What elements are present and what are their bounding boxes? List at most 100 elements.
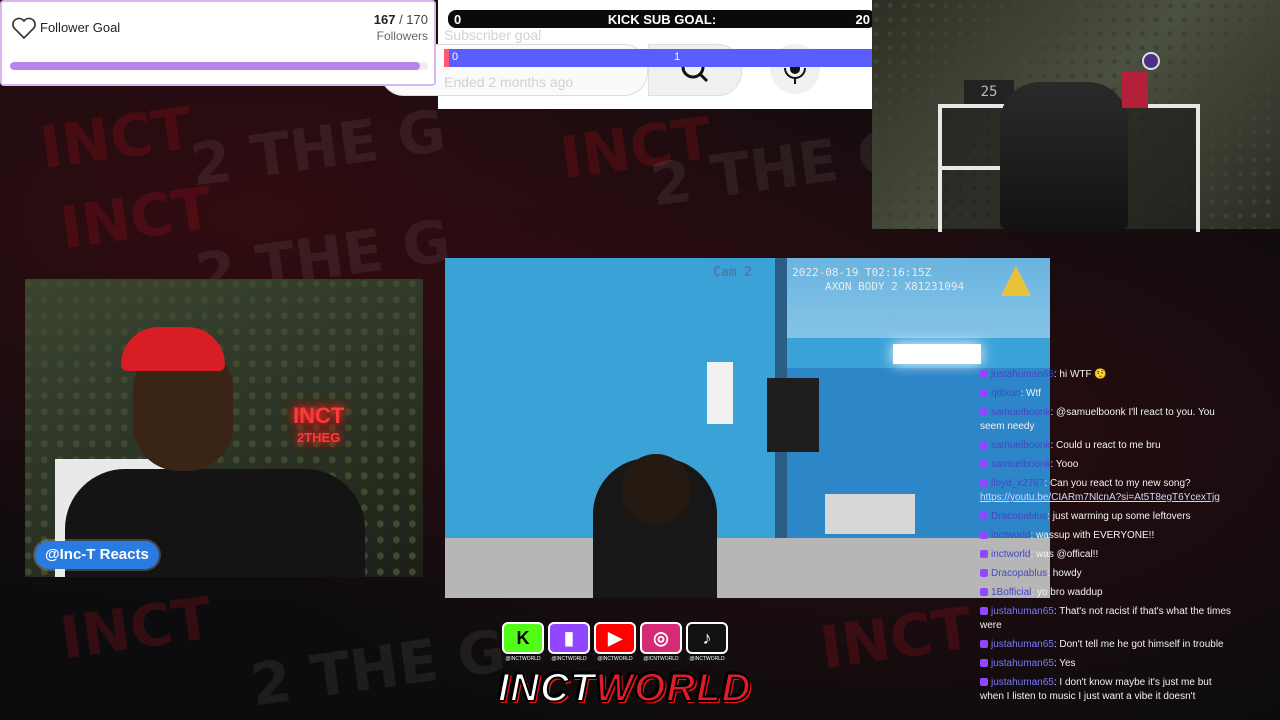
floor <box>445 538 1050 598</box>
bodycam-video[interactable]: Cam 2 2022-08-19 T02:16:15Z AXON BODY 2 X… <box>445 258 1050 598</box>
person-head <box>621 454 691 524</box>
chat-text: was @offical!! <box>1036 549 1099 560</box>
youtube-icon[interactable]: ▶ <box>594 622 636 654</box>
social-handle: @ICNTWORLD <box>640 656 682 662</box>
chat-badge-icon <box>980 607 988 616</box>
brand-logo: INCTWORLD <box>497 664 751 714</box>
follower-current: 167 <box>373 12 396 27</box>
background-logo-text: INCT <box>56 583 217 673</box>
chat-username[interactable]: inctworld <box>991 549 1030 560</box>
neon-sign-line1: INCT <box>293 403 345 428</box>
instagram-icon[interactable]: ◎ <box>640 622 682 654</box>
instagram-glyph: ◎ <box>653 627 669 648</box>
gaming-chair <box>1000 82 1128 229</box>
follower-unit: Followers <box>376 29 428 43</box>
subscriber-goal-status: Ended 2 months ago <box>444 74 574 90</box>
chat-overlay: justahuman65: hi WTF 🤨 rjdixon: Wtf samuel… <box>980 368 1236 709</box>
chat-message: 1Bofficial: yo bro waddup <box>980 586 1236 600</box>
kick-glyph: K <box>516 627 530 648</box>
wall-sign <box>707 362 733 424</box>
subscriber-goal-fill <box>444 49 449 67</box>
chat-username[interactable]: justahuman65 <box>991 677 1054 688</box>
chat-message: Dracopablus: just warming up some leftov… <box>980 510 1236 524</box>
chat-text: Yes <box>1059 658 1076 669</box>
chat-badge-icon <box>980 588 988 597</box>
reactor-webcam: INCT 2THEG @Inc-T Reacts <box>25 279 423 577</box>
cam-label: Cam 2 <box>713 265 753 280</box>
chat-badge-icon <box>980 370 988 379</box>
kick-goal-title: KICK SUB GOAL: <box>607 12 717 27</box>
chat-username[interactable]: justahuman65 <box>991 658 1054 669</box>
chat-text: hi WTF 🤨 <box>1059 369 1107 380</box>
neon-sign-line2: 2THEG <box>296 430 341 445</box>
chat-message: justahuman65: Yes <box>980 657 1236 671</box>
subscriber-goal-label: Subscriber goal <box>444 27 542 43</box>
social-handle: @INCTWORLD <box>594 656 636 662</box>
chat-username[interactable]: inctworld <box>991 530 1030 541</box>
chat-link[interactable]: https://youtu.be/CIARm7NlcnA?si=At5T8egT… <box>980 492 1220 503</box>
follower-progress-track <box>10 62 428 70</box>
chat-text: Don't tell me he got himself in trouble <box>1059 639 1224 650</box>
chat-message: lloyd_x2767: Can you react to my new son… <box>980 477 1236 505</box>
follower-progress-fill <box>10 62 421 70</box>
chat-username[interactable]: samuelboonk <box>991 407 1050 418</box>
chat-username[interactable]: justahuman65 <box>991 369 1054 380</box>
chat-badge-icon <box>980 479 988 488</box>
follower-goal-title: Follower Goal <box>40 20 121 35</box>
red-figure <box>1122 72 1148 108</box>
chat-username[interactable]: samuelboonk <box>991 459 1050 470</box>
chat-badge-icon <box>980 550 988 559</box>
chat-username[interactable]: samuelboonk <box>991 440 1050 451</box>
kick-goal-target: 20 <box>855 12 870 27</box>
chat-username[interactable]: justahuman65 <box>991 606 1054 617</box>
social-handle: @INCTWORLD <box>548 656 590 662</box>
kick-icon[interactable]: K <box>502 622 544 654</box>
heart-icon <box>12 17 36 40</box>
background-logo-text: INCT <box>36 93 197 183</box>
cam-device: AXON BODY 2 X81231094 <box>825 280 965 293</box>
social-handle: @INCTWORLD <box>686 656 728 662</box>
follower-target: 170 <box>406 12 428 27</box>
twitch-glyph: ▮ <box>564 627 574 648</box>
chat-message: Dracopablus: howdy <box>980 567 1236 581</box>
chat-badge-icon <box>980 512 988 521</box>
chat-username[interactable]: Dracopablus <box>991 511 1047 522</box>
chat-badge-icon <box>980 460 988 469</box>
ring-light <box>1142 52 1160 70</box>
follower-count: 167 / 170 <box>374 12 428 27</box>
chat-username[interactable]: rjdixon <box>991 388 1020 399</box>
cam-timestamp: 2022-08-19 T02:16:15Z <box>792 266 932 279</box>
chat-username[interactable]: justahuman65 <box>991 639 1054 650</box>
neon-sign: INCT 2THEG <box>293 405 344 449</box>
brand-part1: INCT <box>497 665 596 711</box>
chat-badge-icon <box>980 569 988 578</box>
follower-separator: / <box>395 12 407 27</box>
chat-badge-icon <box>980 659 988 668</box>
chat-text: howdy <box>1052 568 1082 579</box>
youtube-glyph: ▶ <box>608 627 622 648</box>
chat-badge-icon <box>980 441 988 450</box>
chat-text: just warming up some leftovers <box>1052 511 1191 522</box>
chat-text: Wtf <box>1026 388 1042 399</box>
chat-username[interactable]: 1Bofficial <box>991 587 1031 598</box>
twitch-icon[interactable]: ▮ <box>548 622 590 654</box>
tiktok-glyph: ♪ <box>702 627 712 648</box>
chat-username[interactable]: lloyd_x2767 <box>991 478 1044 489</box>
chat-message: samuelboonk: Could u react to me bru <box>980 439 1236 453</box>
brand-part2: WORLD <box>594 665 752 711</box>
chat-badge-icon <box>980 531 988 540</box>
reactor-handle-badge: @Inc-T Reacts <box>35 541 159 569</box>
tiktok-icon[interactable]: ♪ <box>686 622 728 654</box>
social-links: K @INCTWORLD ▮ @INCTWORLD ▶ @INCTWORLD ◎ @ICNTW… <box>502 622 740 668</box>
chat-text: wassup with EVERYONE!! <box>1036 530 1155 541</box>
chat-text: Could u react to me bru <box>1056 440 1161 451</box>
chat-text: Yooo <box>1055 459 1079 470</box>
chat-username[interactable]: Dracopablus <box>991 568 1047 579</box>
chat-message: justahuman65: hi WTF 🤨 <box>980 368 1236 382</box>
follower-goal-widget: Follower Goal 167 / 170 Followers <box>0 0 436 86</box>
chat-badge-icon <box>980 389 988 398</box>
shelf-divider <box>938 166 1004 170</box>
chat-text: Can you react to my new song? <box>1049 478 1191 489</box>
background-logo-text: 2 THE G <box>186 96 450 200</box>
chat-badge-icon <box>980 678 988 687</box>
